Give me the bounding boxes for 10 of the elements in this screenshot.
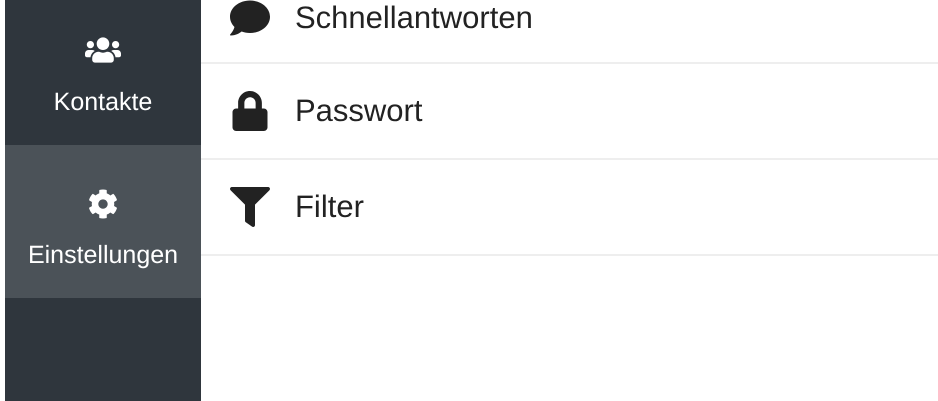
speech-bubble-icon <box>229 0 271 38</box>
settings-label: Filter <box>295 188 364 226</box>
sidebar-item[interactable]: Einstellungen <box>5 145 201 298</box>
settings-row[interactable]: Filter <box>201 160 938 256</box>
settings-label: Passwort <box>295 92 422 130</box>
settings-row[interactable]: Schnellantworten <box>201 0 938 64</box>
settings-label: Schnellantworten <box>295 0 533 37</box>
filter-icon <box>229 187 271 227</box>
gear-icon <box>88 188 118 218</box>
settings-row[interactable]: Passwort <box>201 64 938 160</box>
